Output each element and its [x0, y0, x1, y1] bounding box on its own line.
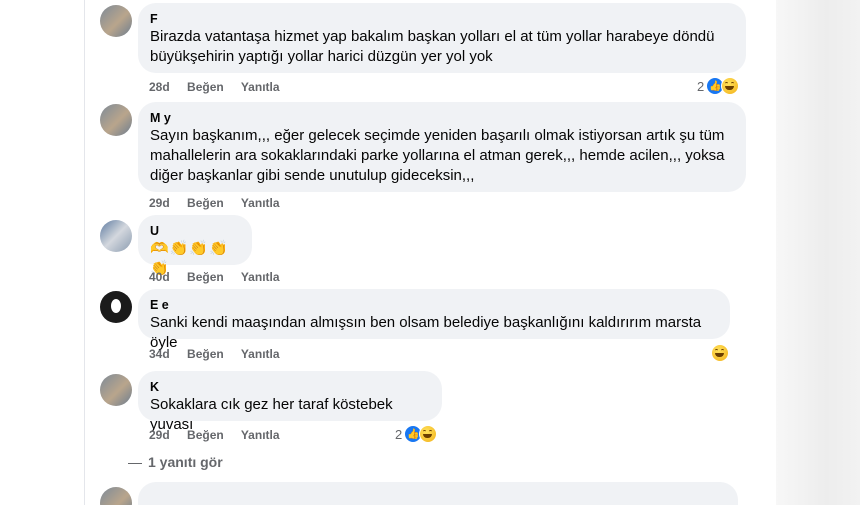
- comment-bubble: E e Sanki kendi maaşından almışsın ben o…: [138, 289, 730, 351]
- left-panel: [0, 0, 84, 505]
- reaction-count: 2: [395, 426, 403, 442]
- avatar[interactable]: [100, 487, 132, 505]
- comment-age[interactable]: 29d: [149, 428, 170, 442]
- comment-age[interactable]: 29d: [149, 196, 170, 210]
- avatar[interactable]: [100, 5, 132, 37]
- comment-actions: 40d Beğen Yanıtla: [149, 269, 294, 285]
- reaction-summary[interactable]: 2 👍: [697, 77, 740, 95]
- reply-button[interactable]: Yanıtla: [241, 80, 280, 94]
- comment-actions: 34d Beğen Yanıtla: [149, 346, 294, 362]
- haha-icon: [711, 344, 729, 362]
- view-replies-link[interactable]: 1 yanıtı gör: [128, 454, 223, 470]
- comment-actions: 28d Beğen Yanıtla: [149, 79, 294, 95]
- reply-thread-line: [128, 462, 142, 464]
- comment-actions: 29d Beğen Yanıtla: [149, 195, 294, 211]
- comment-author[interactable]: K: [150, 379, 430, 395]
- avatar[interactable]: [100, 220, 132, 252]
- avatar[interactable]: [100, 374, 132, 406]
- comment-bubble: U 🫶👏👏👏👏: [138, 215, 252, 277]
- like-button[interactable]: Beğen: [187, 347, 224, 361]
- haha-icon: [419, 425, 438, 443]
- haha-icon: [721, 77, 740, 95]
- reply-button[interactable]: Yanıtla: [241, 347, 280, 361]
- comment-age[interactable]: 34d: [149, 347, 170, 361]
- comment-author[interactable]: F: [150, 11, 734, 27]
- avatar[interactable]: [100, 291, 132, 323]
- reply-button[interactable]: Yanıtla: [241, 428, 280, 442]
- comment-author[interactable]: E e: [150, 297, 718, 313]
- view-replies-label[interactable]: 1 yanıtı gör: [148, 454, 223, 470]
- comment-age[interactable]: 40d: [149, 270, 170, 284]
- comment-text: Birazda vatantaşa hizmet yap bakalım baş…: [150, 28, 715, 65]
- comment-bubble: K Sokaklara cık gez her taraf köstebek y…: [138, 371, 442, 433]
- comments-feed: F Birazda vatantaşa hizmet yap bakalım b…: [85, 0, 776, 505]
- comment-bubble: [138, 482, 738, 505]
- like-button[interactable]: Beğen: [187, 196, 224, 210]
- comment-text: Sayın başkanım,,, eğer gelecek seçimde y…: [150, 127, 725, 184]
- comment-author[interactable]: M y: [150, 110, 734, 126]
- comment-author[interactable]: U: [150, 223, 240, 239]
- reaction-summary[interactable]: [711, 344, 729, 362]
- comment-age[interactable]: 28d: [149, 80, 170, 94]
- comment-bubble: M y Sayın başkanım,,, eğer gelecek seçim…: [138, 102, 746, 192]
- comment-bubble: F Birazda vatantaşa hizmet yap bakalım b…: [138, 3, 746, 73]
- right-panel: [776, 0, 860, 505]
- avatar[interactable]: [100, 104, 132, 136]
- reaction-count: 2: [697, 78, 705, 94]
- reply-button[interactable]: Yanıtla: [241, 270, 280, 284]
- like-button[interactable]: Beğen: [187, 80, 224, 94]
- reaction-summary[interactable]: 2 👍: [395, 425, 438, 443]
- like-button[interactable]: Beğen: [187, 428, 224, 442]
- comment-actions: 29d Beğen Yanıtla: [149, 427, 294, 443]
- like-button[interactable]: Beğen: [187, 270, 224, 284]
- reply-button[interactable]: Yanıtla: [241, 196, 280, 210]
